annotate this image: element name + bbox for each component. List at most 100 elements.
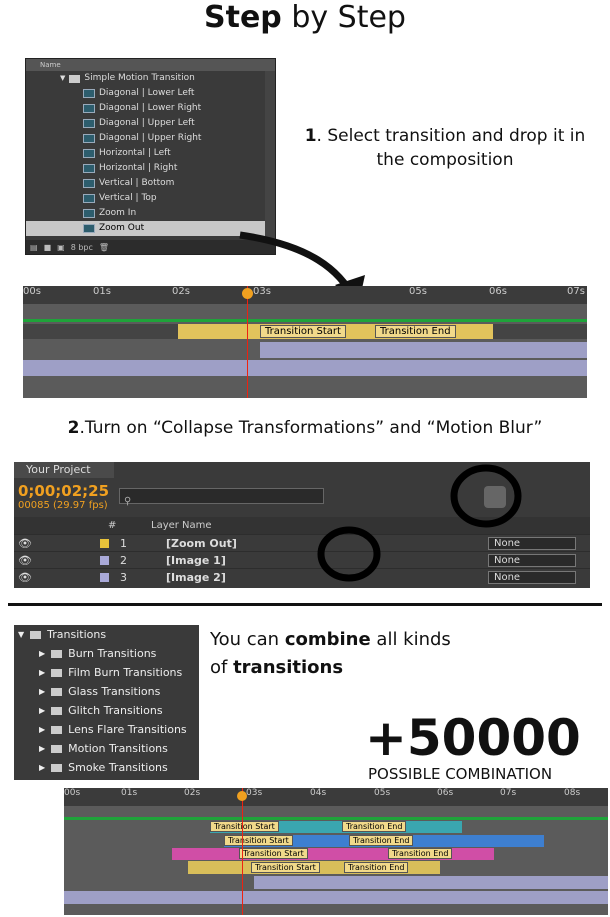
tab-your-project[interactable]: Your Project [14, 462, 114, 478]
step2-text: 2.Turn on “Collapse Transformations” and… [67, 418, 543, 438]
timeline-combined[interactable]: 00s 01s 02s 03s 04s 05s 06s 07s 08s Tran… [64, 788, 608, 915]
project-item[interactable]: Diagonal | Upper Left [26, 116, 275, 131]
work-area-bar[interactable] [23, 319, 587, 322]
divider [8, 603, 602, 606]
composition-panel: Your Project 0;00;02;25 00085 (29.97 fps… [14, 462, 590, 588]
triangle-right-icon[interactable]: ▶ [39, 682, 45, 701]
transition-category[interactable]: ▶ Glass Transitions [14, 682, 199, 701]
folder-icon [69, 74, 81, 83]
playhead-handle[interactable] [242, 288, 253, 299]
parent-select[interactable]: None [488, 554, 576, 567]
triangle-right-icon[interactable]: ▶ [39, 701, 45, 720]
marker-end[interactable]: Transition End [344, 862, 409, 873]
marker-start[interactable]: Transition Start [224, 835, 293, 846]
transition-category[interactable]: ▶ Motion Transitions [14, 739, 199, 758]
project-item[interactable]: Diagonal | Lower Right [26, 101, 275, 116]
highlight-circle-icon [317, 526, 381, 582]
folder-icon [51, 706, 63, 715]
parent-select[interactable]: None [488, 537, 576, 550]
marker-start[interactable]: Transition Start [210, 821, 279, 832]
playhead[interactable] [247, 286, 248, 398]
folder-icon [51, 744, 63, 753]
marker-end[interactable]: Transition End [375, 325, 456, 338]
new-composition-icon[interactable]: ▣ [57, 243, 65, 252]
composition-icon [83, 119, 95, 128]
composition-icon [83, 224, 95, 233]
marker-start[interactable]: Transition Start [251, 862, 320, 873]
project-item[interactable]: Horizontal | Right [26, 161, 275, 176]
triangle-right-icon[interactable]: ▶ [39, 720, 45, 739]
triangle-down-icon[interactable]: ▼ [18, 625, 24, 644]
label-color[interactable] [100, 539, 109, 548]
folder-icon [30, 630, 42, 639]
project-item[interactable]: Vertical | Bottom [26, 176, 275, 191]
marker-end[interactable]: Transition End [349, 835, 414, 846]
trash-icon[interactable]: 🗑 [99, 243, 109, 252]
transitions-panel: ▼ Transitions ▶ Burn Transitions ▶ Film Bur… [14, 625, 199, 780]
composition-icon [83, 209, 95, 218]
time-ruler[interactable]: 00s 01s 02s 03s 05s 06s 07s [23, 286, 587, 304]
folder-row[interactable]: ▼ Simple Motion Transition [26, 71, 275, 86]
combine-text: You can combine all kinds of transitions [210, 629, 451, 678]
composition-icon [83, 134, 95, 143]
project-item[interactable]: Diagonal | Upper Right [26, 131, 275, 146]
search-icon: ⚲ [124, 496, 132, 507]
label-color[interactable] [100, 556, 109, 565]
marker-end[interactable]: Transition End [388, 848, 453, 859]
playhead[interactable] [242, 788, 243, 915]
layer-bar-image1[interactable] [260, 342, 587, 358]
layer-bar[interactable] [254, 876, 608, 889]
project-item[interactable]: Horizontal | Left [26, 146, 275, 161]
marker-start[interactable]: Transition Start [260, 325, 346, 338]
transition-category[interactable]: ▶ Glitch Transitions [14, 701, 199, 720]
highlight-circle-icon [450, 464, 522, 528]
search-input[interactable]: ⚲ [119, 488, 324, 507]
project-item[interactable]: Vertical | Top [26, 191, 275, 206]
layer-row[interactable]: 👁 3 [Image 2] None [14, 568, 590, 585]
transition-category[interactable]: ▶ Lens Flare Transitions [14, 720, 199, 739]
marker-start[interactable]: Transition Start [239, 848, 308, 859]
eye-icon[interactable]: 👁 [18, 535, 32, 552]
eye-icon[interactable]: 👁 [18, 552, 32, 569]
bit-depth[interactable]: 8 bpc [71, 243, 93, 252]
page-title: Step by Step [204, 0, 406, 35]
composition-icon [83, 104, 95, 113]
big-number: +50000 [365, 709, 581, 767]
layer-row[interactable]: 👁 1 [Zoom Out] None [14, 534, 590, 551]
time-ruler[interactable]: 00s 01s 02s 03s 04s 05s 06s 07s 08s [64, 788, 608, 806]
new-folder-icon[interactable]: ■ [44, 243, 52, 252]
transition-category[interactable]: ▶ Burn Transitions [14, 644, 199, 663]
transition-category[interactable]: ▶ Smoke Transitions [14, 758, 199, 777]
composition-icon [83, 164, 95, 173]
marker-end[interactable]: Transition End [342, 821, 407, 832]
project-item[interactable]: Diagonal | Lower Left [26, 86, 275, 101]
layer-row[interactable]: 👁 2 [Image 1] None [14, 551, 590, 568]
triangle-right-icon[interactable]: ▶ [39, 739, 45, 758]
fps: 00085 (29.97 fps) [18, 500, 108, 511]
step1-text: 1. Select transition and drop it in the … [304, 126, 586, 170]
folder-icon [51, 649, 63, 658]
triangle-down-icon[interactable]: ▼ [60, 71, 65, 86]
layer-bar[interactable] [64, 891, 608, 904]
timeline[interactable]: 00s 01s 02s 03s 05s 06s 07s Transition S… [23, 286, 587, 398]
name-column-header[interactable]: Name [26, 59, 275, 71]
timecode[interactable]: 0;00;02;25 [18, 482, 109, 500]
parent-select[interactable]: None [488, 571, 576, 584]
composition-icon [83, 179, 95, 188]
eye-icon[interactable]: 👁 [18, 569, 32, 586]
transition-category[interactable]: ▶ Film Burn Transitions [14, 663, 199, 682]
folder-icon [51, 725, 63, 734]
composition-icon [83, 89, 95, 98]
playhead-handle[interactable] [237, 791, 247, 801]
folder-icon [51, 668, 63, 677]
folder-icon [51, 687, 63, 696]
triangle-right-icon[interactable]: ▶ [39, 663, 45, 682]
label-color[interactable] [100, 573, 109, 582]
transitions-folder[interactable]: ▼ Transitions [14, 625, 199, 644]
triangle-right-icon[interactable]: ▶ [39, 758, 45, 777]
triangle-right-icon[interactable]: ▶ [39, 644, 45, 663]
possible-combination: POSSIBLE COMBINATION [368, 765, 553, 783]
work-area-bar[interactable] [64, 817, 608, 820]
interpret-footage-icon[interactable]: ▤ [30, 243, 38, 252]
layer-bar-image2[interactable] [23, 360, 587, 376]
